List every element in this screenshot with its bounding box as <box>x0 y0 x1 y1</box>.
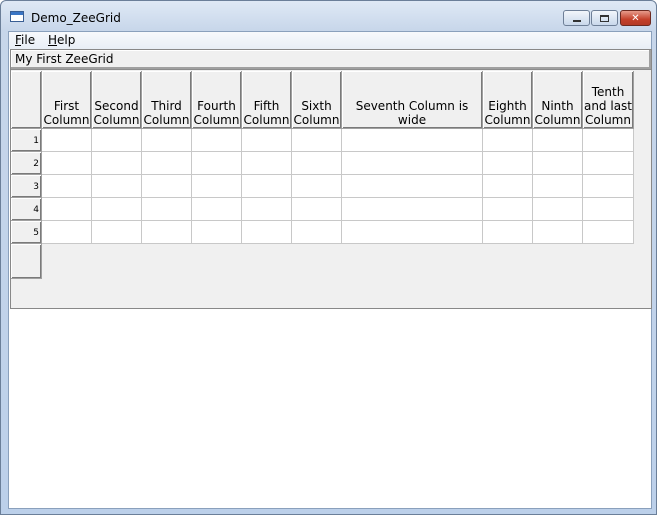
grid-cell[interactable] <box>192 129 242 152</box>
grid-cell[interactable] <box>142 175 192 198</box>
row-header-5[interactable]: 5 <box>11 221 42 244</box>
grid-cell[interactable] <box>292 198 342 221</box>
grid-cell[interactable] <box>583 152 634 175</box>
minimize-icon <box>572 19 581 22</box>
grid-cell[interactable] <box>483 152 533 175</box>
column-header-7[interactable]: Seventh Column is wide <box>342 71 483 129</box>
grid-cell[interactable] <box>142 198 192 221</box>
grid-cell[interactable] <box>483 221 533 244</box>
maximize-button[interactable] <box>591 10 618 26</box>
grid-cell[interactable] <box>142 152 192 175</box>
column-header-3[interactable]: Third Column <box>142 71 192 129</box>
minimize-button[interactable] <box>563 10 590 26</box>
grid-cell[interactable] <box>192 198 242 221</box>
grid-cell[interactable] <box>242 198 292 221</box>
client-area: File Help My First ZeeGrid First Column S… <box>8 31 652 509</box>
grid-cell[interactable] <box>583 175 634 198</box>
grid-cell[interactable] <box>42 198 92 221</box>
grid-cell[interactable] <box>292 221 342 244</box>
grid-cell[interactable] <box>242 129 292 152</box>
grid-cell[interactable] <box>192 221 242 244</box>
maximize-icon <box>600 14 609 22</box>
grid-cell[interactable] <box>42 129 92 152</box>
column-header-1[interactable]: First Column <box>42 71 92 129</box>
grid-cell[interactable] <box>483 129 533 152</box>
grid-cell[interactable] <box>42 152 92 175</box>
grid-title: My First ZeeGrid <box>11 50 651 70</box>
grid-footer-corner <box>11 244 42 279</box>
row-header-2[interactable]: 2 <box>11 152 42 175</box>
grid-cell[interactable] <box>342 175 483 198</box>
grid-cell[interactable] <box>342 152 483 175</box>
grid-cell[interactable] <box>92 198 142 221</box>
grid-cell[interactable] <box>42 175 92 198</box>
grid-cell[interactable] <box>92 129 142 152</box>
grid-cell[interactable] <box>92 221 142 244</box>
menu-bar: File Help <box>9 32 651 49</box>
grid-cell[interactable] <box>533 198 583 221</box>
grid-cell[interactable] <box>342 221 483 244</box>
grid-cell[interactable] <box>533 152 583 175</box>
menu-help[interactable]: Help <box>48 33 75 47</box>
column-header-8[interactable]: Eighth Column <box>483 71 533 129</box>
grid-cell[interactable] <box>92 175 142 198</box>
window-title: Demo_ZeeGrid <box>31 11 121 25</box>
column-header-6[interactable]: Sixth Column <box>292 71 342 129</box>
grid-cell[interactable] <box>242 152 292 175</box>
grid-cell[interactable] <box>242 175 292 198</box>
row-header-4[interactable]: 4 <box>11 198 42 221</box>
grid-cell[interactable] <box>533 175 583 198</box>
column-header-5[interactable]: Fifth Column <box>242 71 292 129</box>
grid-cell[interactable] <box>583 129 634 152</box>
grid-cell[interactable] <box>292 129 342 152</box>
grid-cell[interactable] <box>42 221 92 244</box>
grid-cell[interactable] <box>483 198 533 221</box>
grid-cell[interactable] <box>142 129 192 152</box>
column-header-4[interactable]: Fourth Column <box>192 71 242 129</box>
grid-cell[interactable] <box>292 152 342 175</box>
grid-cell[interactable] <box>92 152 142 175</box>
row-header-3[interactable]: 3 <box>11 175 42 198</box>
grid-corner-header[interactable] <box>11 71 42 129</box>
column-header-2[interactable]: Second Column <box>92 71 142 129</box>
menu-file[interactable]: File <box>15 33 35 47</box>
grid-cell[interactable] <box>342 198 483 221</box>
grid-cell[interactable] <box>242 221 292 244</box>
grid-cell[interactable] <box>142 221 192 244</box>
close-button[interactable]: ✕ <box>620 10 651 26</box>
application-window-icon <box>10 11 24 22</box>
column-header-9[interactable]: Ninth Column <box>533 71 583 129</box>
title-bar[interactable]: Demo_ZeeGrid ✕ <box>1 1 656 31</box>
grid-cell[interactable] <box>292 175 342 198</box>
grid-cell[interactable] <box>192 152 242 175</box>
grid-cell[interactable] <box>192 175 242 198</box>
grid-cell[interactable] <box>533 221 583 244</box>
grid-cell[interactable] <box>583 198 634 221</box>
grid-cell[interactable] <box>342 129 483 152</box>
app-window: Demo_ZeeGrid ✕ File Help My First ZeeGri… <box>0 0 657 515</box>
column-header-10[interactable]: Tenth and last Column <box>583 71 634 129</box>
grid-cell[interactable] <box>483 175 533 198</box>
zee-grid[interactable]: My First ZeeGrid First Column Second Colu… <box>10 49 652 309</box>
grid-cell[interactable] <box>533 129 583 152</box>
row-header-1[interactable]: 1 <box>11 129 42 152</box>
grid-cell[interactable] <box>583 221 634 244</box>
close-icon: ✕ <box>631 12 640 24</box>
